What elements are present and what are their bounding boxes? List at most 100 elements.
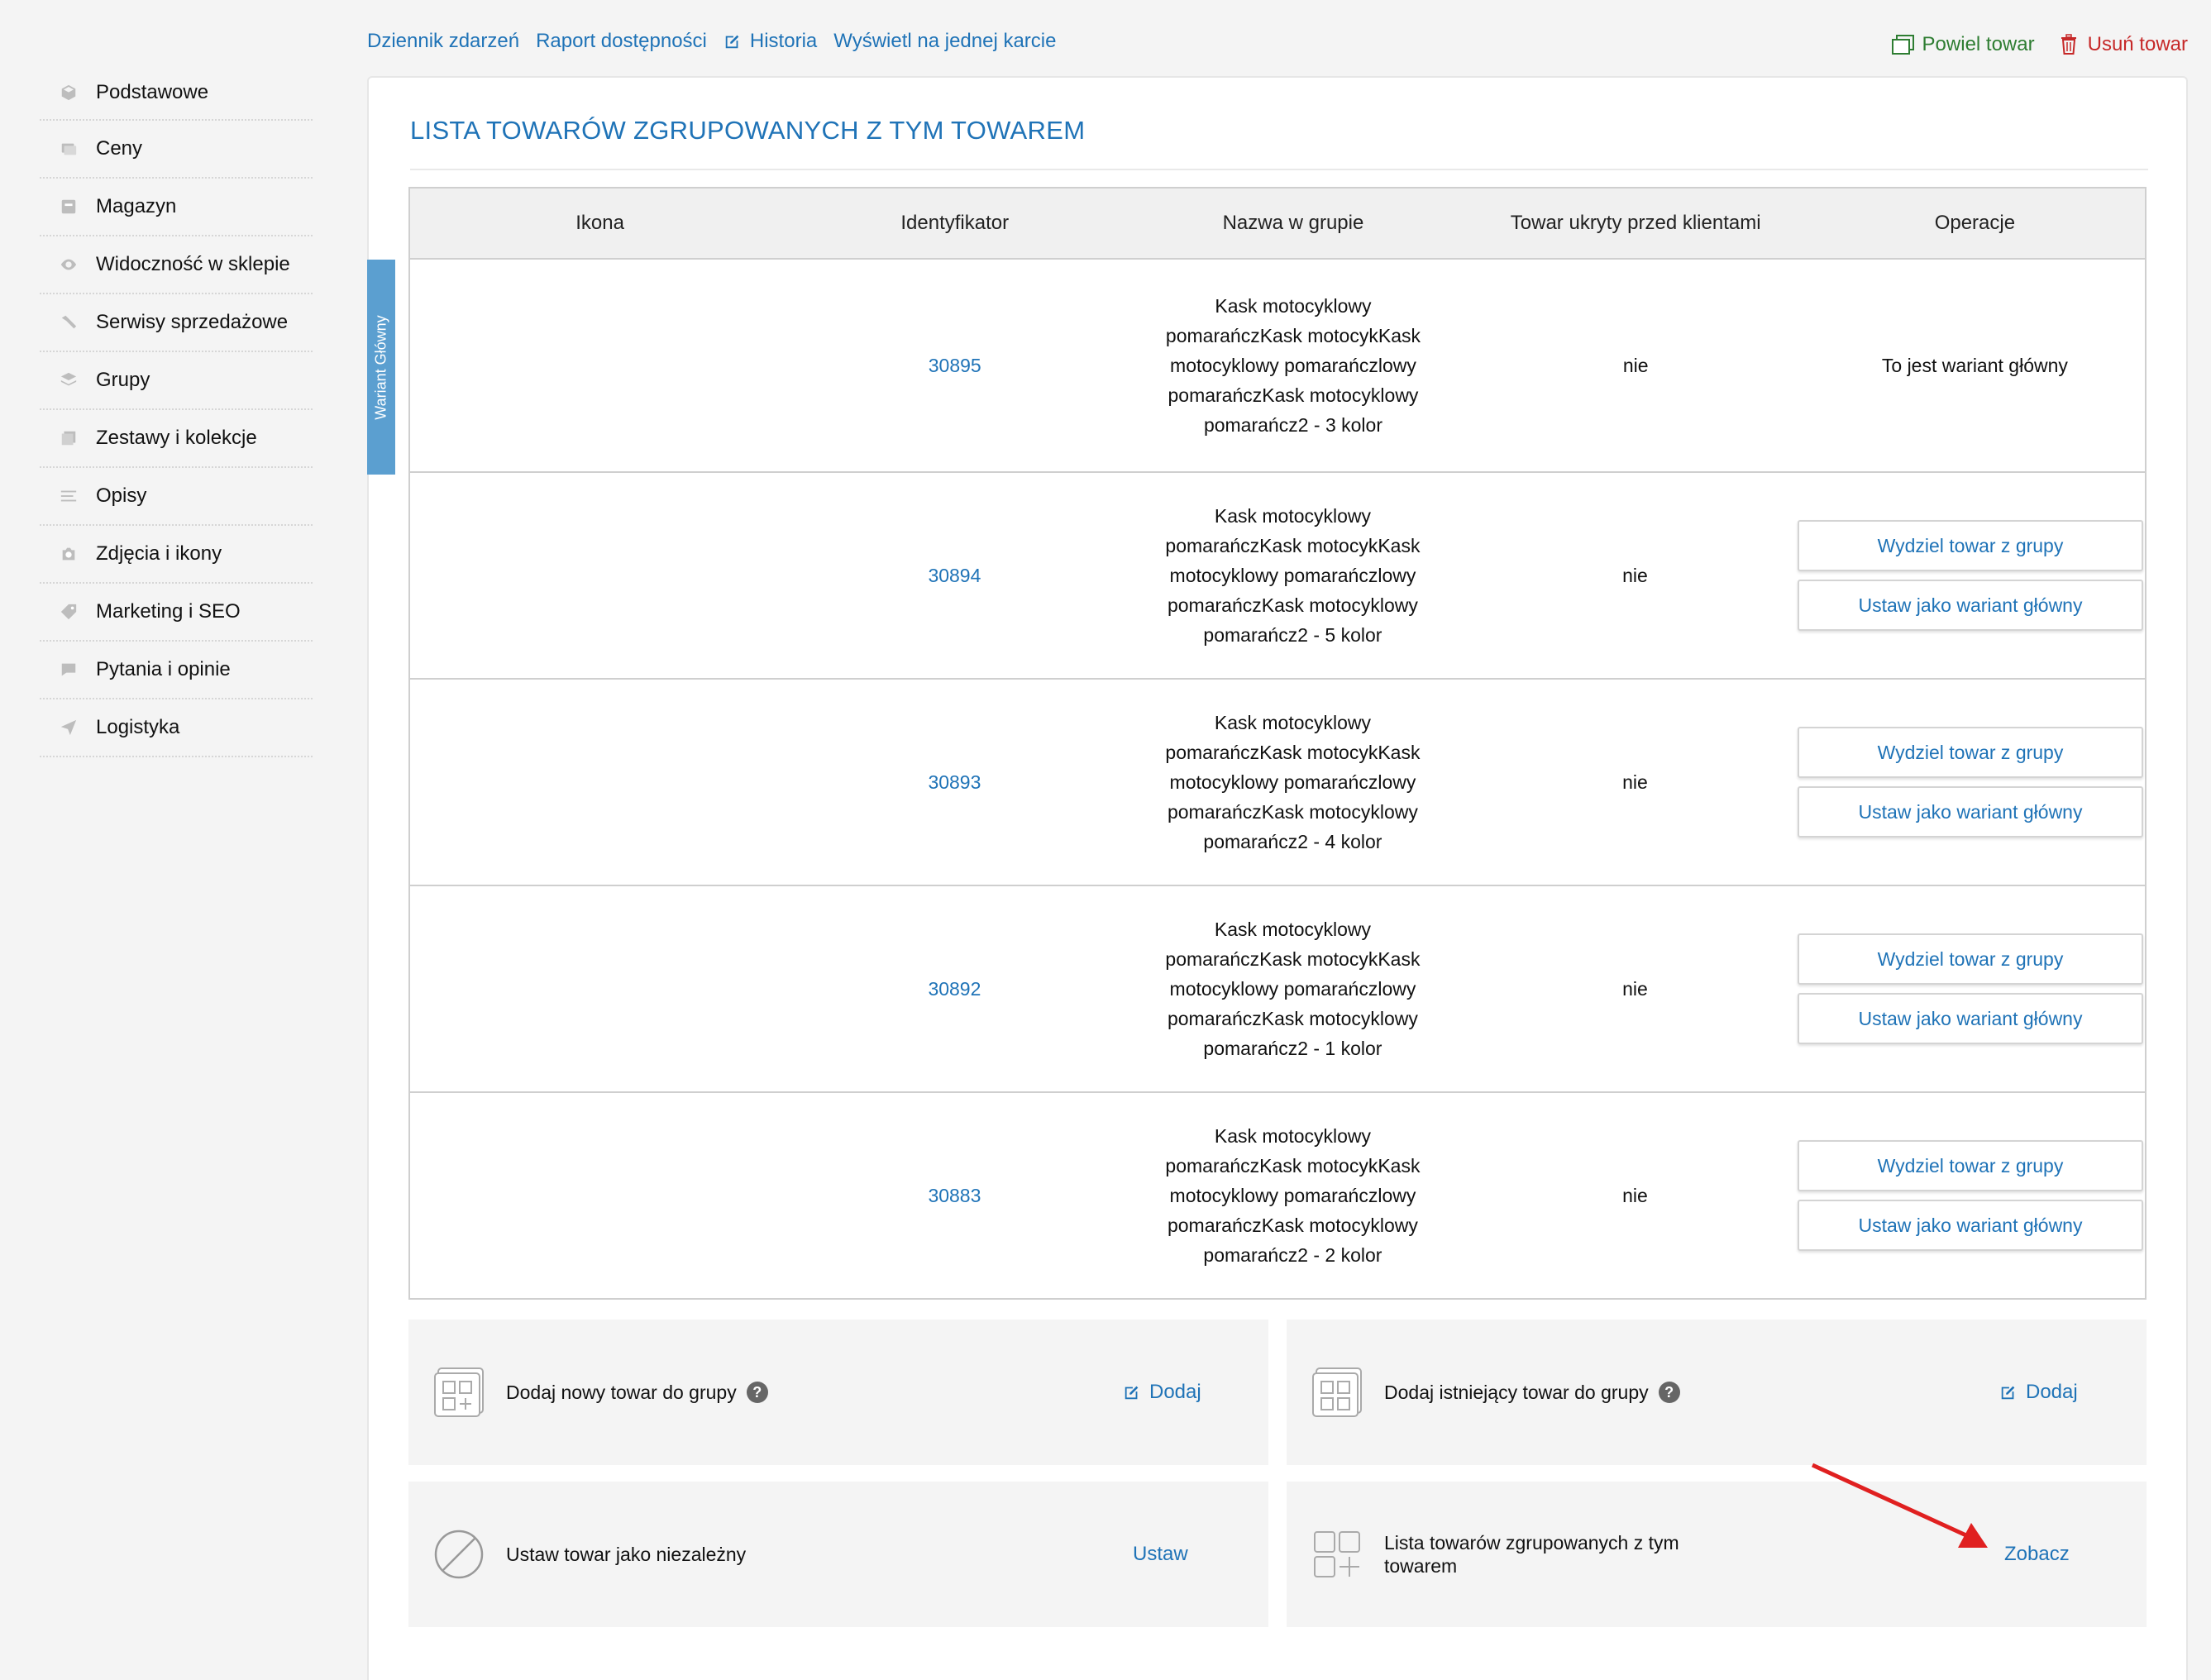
sidebar-item-logistyka[interactable]: Logistyka [40,699,313,757]
hidden-status: nie [1622,354,1649,376]
product-id-link[interactable]: 30893 [790,771,1120,794]
product-group-name: Kask motocyklowy pomarańczKask motocykKas… [1120,1121,1466,1270]
grouped-list-label-line2: towarem [1384,1555,1458,1577]
name-line: pomarańczKask motocyklowy [1167,1008,1418,1029]
warehouse-icon [40,198,96,216]
help-icon[interactable]: ? [746,1382,768,1403]
sidebar-item-label: Zdjęcia i ikony [96,542,222,565]
comment-icon [40,661,96,679]
row-operations: Wydziel towar z grupy Ustaw jako wariant… [1797,520,2145,631]
table-row: 30892 Kask motocyklowy pomarańczKask moto… [410,886,2145,1093]
edit-icon [725,35,739,49]
set-main-variant-button[interactable]: Ustaw jako wariant główny [1797,786,2143,838]
operations-cell: Wydziel towar z grupy Ustaw jako wariant… [1797,933,2145,1044]
add-new-button-label: Dodaj [1149,1381,1201,1403]
duplicate-button[interactable]: Powiel towar [1891,33,2035,56]
operations-cell: To jest wariant główny [1805,355,2145,377]
name-line: pomarańcz2 - 3 kolor [1203,414,1382,436]
table-header: Ikona Identyfikator Nazwa w grupie Towar… [410,189,2145,260]
sidebar: Podstawowe Ceny Magazyn Widoczność w skl… [40,66,313,757]
availability-report-link[interactable]: Raport dostępności [536,30,707,53]
product-id-link[interactable]: 30883 [790,1185,1120,1207]
name-line: Kask motocyklowy [1215,295,1372,317]
operations-cell: Wydziel towar z grupy Ustaw jako wariant… [1797,1140,2145,1251]
col-header-operations: Operacje [1934,212,2016,234]
product-group-name: Kask motocyklowy pomarańczKask motocykKas… [1120,291,1466,440]
layers-icon [40,371,96,389]
extract-from-group-button[interactable]: Wydziel towar z grupy [1797,933,2143,985]
sidebar-item-serwisy-sprzedazowe[interactable]: Serwisy sprzedażowe [40,294,313,352]
sidebar-item-podstawowe[interactable]: Podstawowe [40,66,313,121]
history-label: Historia [749,30,818,52]
delete-label: Usuń towar [2087,33,2188,55]
grid-icon [1312,1367,1362,1417]
col-header-id: Identyfikator [900,212,1010,234]
copy-icon [1891,35,1914,55]
table-row: 30883 Kask motocyklowy pomarańczKask moto… [410,1093,2145,1298]
grouped-list-label: Lista towarów zgrupowanych z tym towarem [1384,1531,1679,1577]
set-independent-button[interactable]: Ustaw [1133,1543,1188,1566]
sidebar-item-zestawy-i-kolekcje[interactable]: Zestawy i kolekcje [40,410,313,468]
sidebar-item-label: Pytania i opinie [96,658,231,680]
events-log-link[interactable]: Dziennik zdarzeń [367,30,519,53]
sidebar-item-magazyn[interactable]: Magazyn [40,179,313,236]
name-line: motocyklowy pomarańczlowy [1169,1185,1416,1206]
history-link[interactable]: Historia [723,30,817,53]
set-independent-label: Ustaw towar jako niezależny [506,1544,747,1565]
hammer-icon [40,313,96,332]
name-line: pomarańcz2 - 1 kolor [1203,1038,1382,1059]
help-icon[interactable]: ? [1658,1382,1680,1403]
grouped-products-table: Ikona Identyfikator Nazwa w grupie Towar… [408,187,2147,1300]
set-main-variant-button[interactable]: Ustaw jako wariant główny [1797,580,2143,631]
grouped-list-box: Lista towarów zgrupowanych z tym towarem… [1287,1482,2147,1627]
sidebar-item-label: Grupy [96,369,150,391]
sidebar-item-opisy[interactable]: Opisy [40,468,313,526]
view-grouped-list-button[interactable]: Zobacz [2004,1543,2070,1566]
add-new-label: Dodaj nowy towar do grupy [506,1382,737,1403]
edit-icon [2001,1386,2015,1400]
set-main-variant-button[interactable]: Ustaw jako wariant główny [1797,1200,2143,1251]
page-title: LISTA TOWARÓW ZGRUPOWANYCH Z TYM TOWAREM [410,116,1086,145]
edit-icon [1125,1386,1139,1400]
product-id-link[interactable]: 30892 [790,978,1120,1000]
add-existing-label-wrap: Dodaj istniejący towar do grupy? [1384,1381,1680,1404]
trash-icon [2061,34,2076,55]
sidebar-item-label: Widoczność w sklepie [96,253,290,275]
title-divider [410,169,2148,170]
name-line: Kask motocyklowy [1214,1125,1372,1147]
table-row: 30893 Kask motocyklowy pomarańczKask moto… [410,680,2145,886]
eye-icon [40,255,96,274]
add-new-button[interactable]: Dodaj [1123,1381,1201,1404]
sidebar-item-zdjecia-i-ikony[interactable]: Zdjęcia i ikony [40,526,313,584]
extract-from-group-button[interactable]: Wydziel towar z grupy [1797,1140,2143,1191]
extract-from-group-button[interactable]: Wydziel towar z grupy [1797,727,2143,778]
name-line: pomarańczKask motocyklowy [1167,801,1418,823]
sidebar-item-grupy[interactable]: Grupy [40,352,313,410]
set-main-variant-button[interactable]: Ustaw jako wariant główny [1797,993,2143,1044]
product-id-link[interactable]: 30894 [790,565,1120,587]
name-line: Kask motocyklowy [1214,505,1372,527]
grouped-list-label-line1: Lista towarów zgrupowanych z tym [1384,1532,1679,1554]
extract-from-group-button[interactable]: Wydziel towar z grupy [1797,520,2143,571]
product-group-name: Kask motocyklowy pomarańczKask motocykKas… [1120,708,1466,857]
name-line: motocyklowy pomarańczlowy [1170,355,1416,376]
main-variant-ribbon: Wariant Główny [367,260,395,475]
text-icon [40,487,96,505]
sidebar-item-label: Ceny [96,137,143,160]
product-id-link[interactable]: 30895 [790,355,1120,377]
sidebar-item-marketing-i-seo[interactable]: Marketing i SEO [40,584,313,642]
row-operations: Wydziel towar z grupy Ustaw jako wariant… [1797,933,2145,1044]
name-line: Kask motocyklowy [1214,919,1372,940]
name-line: pomarańczKask motocyklowy [1168,384,1419,406]
sidebar-item-ceny[interactable]: Ceny [40,121,313,179]
tag-icon [40,603,96,621]
sidebar-item-label: Zestawy i kolekcje [96,427,257,449]
single-card-link[interactable]: Wyświetl na jednej karcie [833,30,1056,53]
add-existing-button[interactable]: Dodaj [1999,1381,2078,1404]
sidebar-item-pytania-i-opinie[interactable]: Pytania i opinie [40,642,313,699]
name-line: pomarańczKask motocykKask [1165,535,1421,556]
table-row: 30894 Kask motocyklowy pomarańczKask moto… [410,473,2145,680]
col-header-name: Nazwa w grupie [1222,212,1364,234]
delete-button[interactable]: Usuń towar [2056,33,2188,56]
sidebar-item-widocznosc-w-sklepie[interactable]: Widoczność w sklepie [40,236,313,294]
